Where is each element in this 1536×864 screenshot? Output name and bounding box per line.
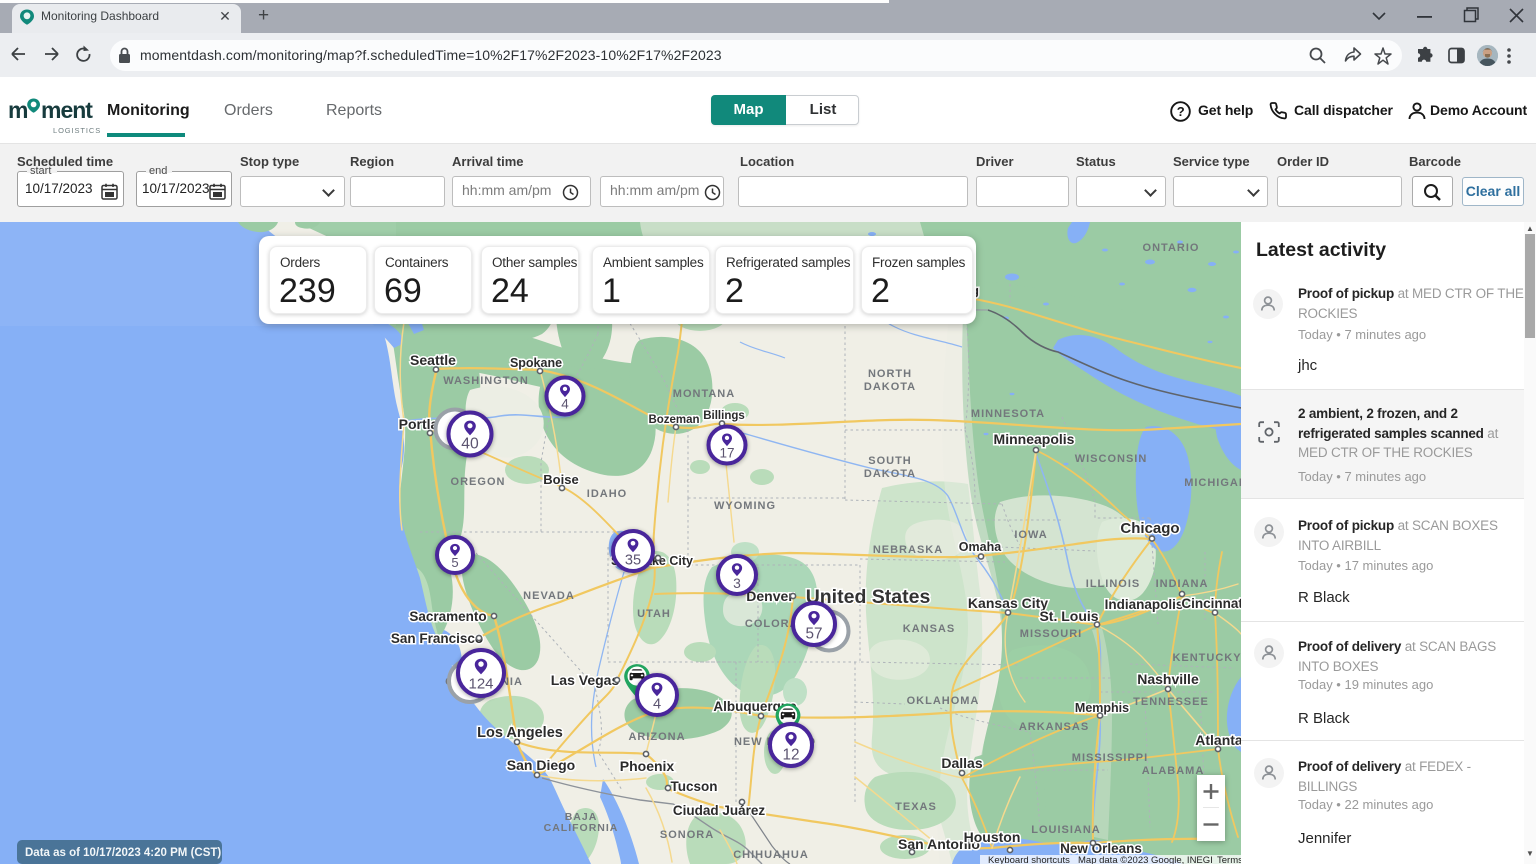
svg-text:Omaha: Omaha — [959, 540, 1002, 554]
svg-text:Spokane: Spokane — [510, 356, 562, 370]
svg-text:NEVADA: NEVADA — [523, 590, 575, 602]
svg-text:St. Louis: St. Louis — [1039, 608, 1098, 624]
svg-text:12: 12 — [782, 746, 799, 763]
svg-text:ILLINOIS: ILLINOIS — [1086, 578, 1140, 590]
svg-text:MICHIGAN: MICHIGAN — [1184, 477, 1241, 489]
svg-text:m: m — [8, 97, 28, 123]
svg-text:MINNESOTA: MINNESOTA — [971, 408, 1045, 420]
svg-text:KENTUCKY: KENTUCKY — [1172, 652, 1241, 664]
svg-text:DAKOTA: DAKOTA — [864, 381, 916, 393]
svg-text:124: 124 — [468, 676, 493, 693]
svg-text:LOUISIANA: LOUISIANA — [1031, 824, 1101, 836]
svg-text:MISSOURI: MISSOURI — [1020, 628, 1082, 640]
svg-text:LOGISTICS: LOGISTICS — [53, 126, 101, 135]
svg-text:Denver: Denver — [746, 588, 794, 604]
svg-text:Minneapolis: Minneapolis — [994, 431, 1075, 447]
svg-text:INDIANA: INDIANA — [1156, 578, 1209, 590]
svg-text:OREGON: OREGON — [451, 476, 506, 488]
svg-text:Keyboard shortcuts: Keyboard shortcuts — [988, 855, 1070, 864]
svg-text:TEXAS: TEXAS — [895, 801, 937, 813]
svg-text:Data as of 10/17/2023 4:20 PM: Data as of 10/17/2023 4:20 PM (CST) — [25, 847, 221, 859]
svg-text:Nashville: Nashville — [1137, 671, 1199, 687]
svg-text:Chicago: Chicago — [1120, 520, 1179, 537]
svg-text:Tucson: Tucson — [671, 779, 718, 794]
svg-text:CALIFORNIA: CALIFORNIA — [544, 822, 619, 834]
svg-text:Bozeman: Bozeman — [648, 414, 699, 426]
svg-text:Atlanta: Atlanta — [1195, 732, 1241, 748]
svg-text:NEBRASKA: NEBRASKA — [873, 544, 943, 556]
svg-text:ARIZONA: ARIZONA — [628, 731, 685, 743]
svg-text:KANSAS: KANSAS — [903, 623, 955, 635]
svg-text:Seattle: Seattle — [410, 352, 456, 368]
svg-text:Phoenix: Phoenix — [620, 758, 675, 774]
svg-text:40: 40 — [461, 436, 479, 453]
svg-text:New Orleans: New Orleans — [1060, 841, 1142, 856]
svg-text:IDAHO: IDAHO — [587, 488, 627, 500]
svg-text:SOUTH: SOUTH — [868, 455, 912, 467]
svg-text:MONTANA: MONTANA — [673, 388, 735, 400]
svg-text:OKLAHOMA: OKLAHOMA — [907, 695, 980, 707]
svg-text:17: 17 — [719, 446, 734, 461]
svg-text:WASHINGTON: WASHINGTON — [443, 375, 529, 387]
svg-text:5: 5 — [451, 555, 458, 570]
svg-text:Map data ©2023 Google, INEGI: Map data ©2023 Google, INEGI — [1078, 855, 1213, 864]
svg-text:ARKANSAS: ARKANSAS — [1019, 721, 1089, 733]
svg-text:WISCONSIN: WISCONSIN — [1075, 453, 1148, 465]
svg-text:Houston: Houston — [964, 829, 1021, 845]
svg-text:San Francisco: San Francisco — [391, 631, 483, 646]
svg-text:Boise: Boise — [543, 472, 578, 487]
svg-text:Terms: Terms — [1217, 855, 1241, 864]
svg-text:DAKOTA: DAKOTA — [864, 468, 916, 480]
svg-text:ALABAMA: ALABAMA — [1142, 765, 1205, 777]
svg-text:Dallas: Dallas — [941, 755, 982, 771]
svg-text:CHIHUAHUA: CHIHUAHUA — [733, 849, 809, 861]
svg-text:IOWA: IOWA — [1014, 529, 1047, 541]
svg-text:SONORA: SONORA — [660, 829, 714, 841]
svg-text:ment: ment — [41, 97, 93, 123]
svg-text:?: ? — [1177, 104, 1185, 119]
svg-text:MISSISSIPPI: MISSISSIPPI — [1072, 752, 1148, 764]
svg-text:Las Vegas: Las Vegas — [551, 672, 620, 688]
svg-text:4: 4 — [653, 697, 661, 713]
svg-text:San Diego: San Diego — [507, 757, 575, 773]
svg-text:4: 4 — [561, 397, 569, 412]
svg-text:Los Angeles: Los Angeles — [477, 725, 563, 741]
svg-text:ONTARIO: ONTARIO — [1143, 242, 1200, 254]
svg-text:3: 3 — [733, 575, 741, 591]
svg-text:Billings: Billings — [703, 410, 745, 422]
svg-text:NORTH: NORTH — [868, 368, 912, 380]
svg-text:Ciudad Juárez: Ciudad Juárez — [673, 803, 766, 818]
svg-text:35: 35 — [625, 553, 641, 569]
svg-text:Sacramento: Sacramento — [409, 609, 486, 624]
svg-text:UTAH: UTAH — [637, 608, 671, 620]
svg-text:WYOMING: WYOMING — [714, 500, 776, 512]
svg-text:Cincinnati: Cincinnati — [1181, 596, 1241, 611]
svg-text:Kansas City: Kansas City — [968, 595, 1048, 611]
svg-text:TENNESSEE: TENNESSEE — [1133, 696, 1209, 708]
svg-text:Indianapolis: Indianapolis — [1105, 597, 1184, 612]
svg-text:57: 57 — [805, 625, 822, 642]
